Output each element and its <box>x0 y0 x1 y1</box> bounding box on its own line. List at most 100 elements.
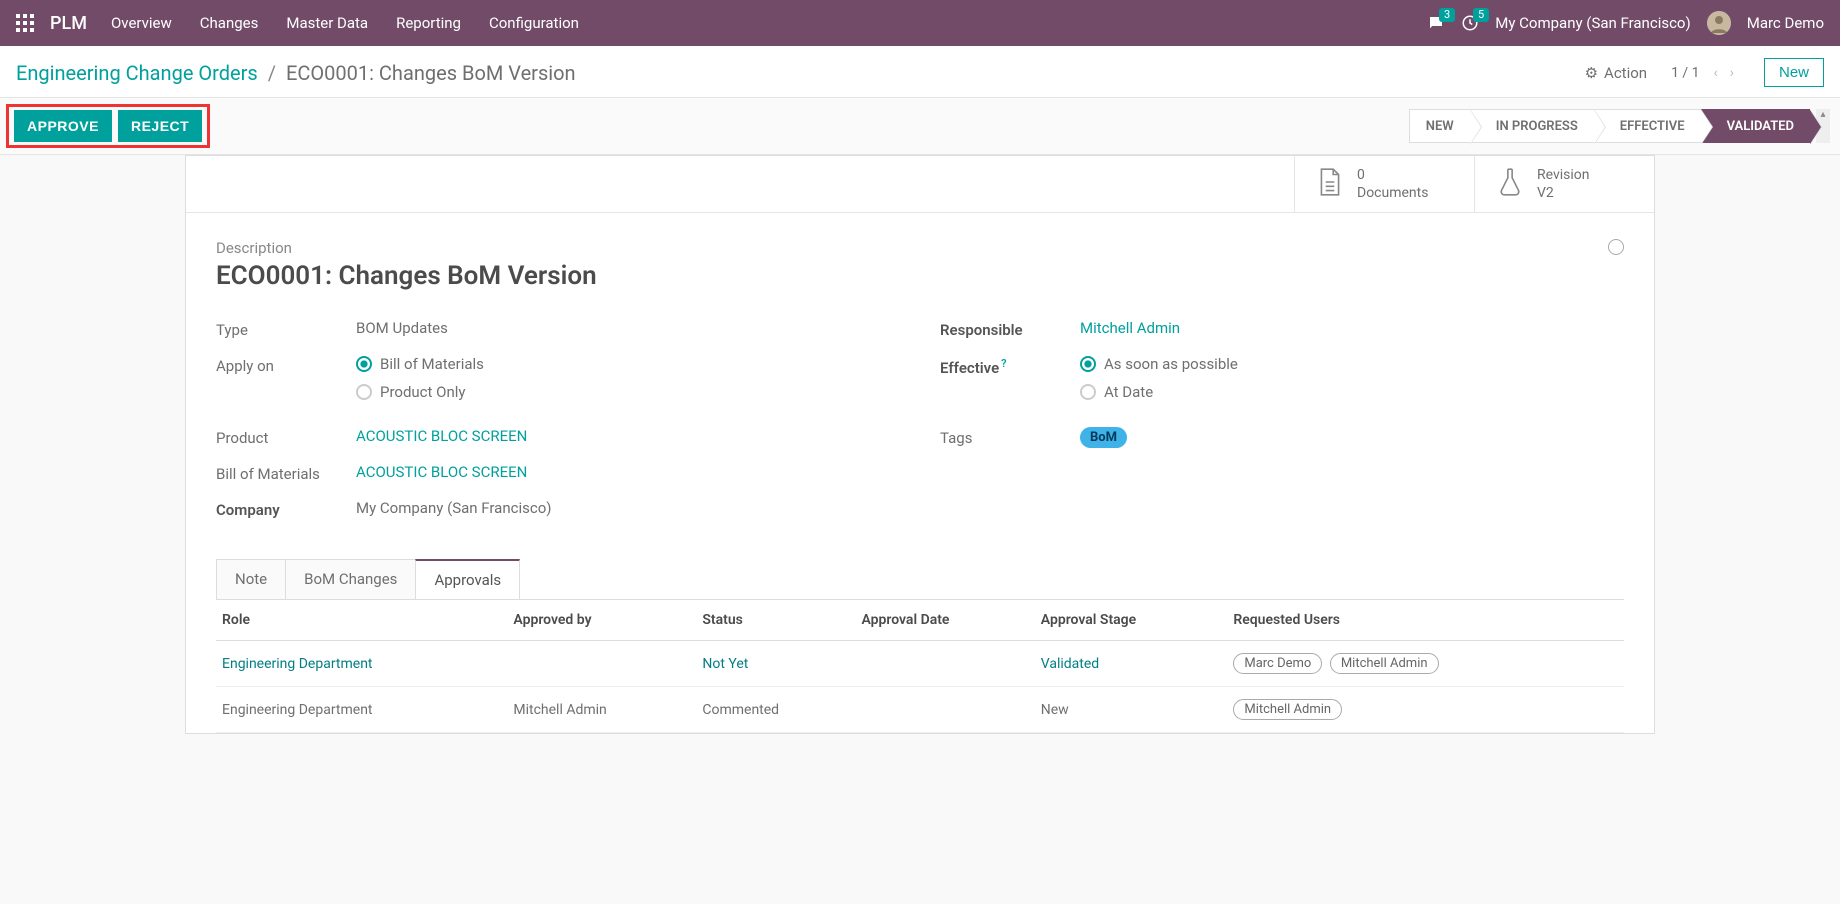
col-approved-by: Approved by <box>507 600 696 641</box>
user-pill[interactable]: Mitchell Admin <box>1330 653 1439 674</box>
product-link[interactable]: ACOUSTIC BLOC SCREEN <box>356 427 527 445</box>
reject-button[interactable]: REJECT <box>118 110 202 142</box>
stage-link[interactable]: Validated <box>1041 656 1099 672</box>
stage-cell: New <box>1035 687 1228 733</box>
user-menu[interactable]: Marc Demo <box>1747 14 1824 32</box>
stage-effective[interactable]: EFFECTIVE <box>1594 109 1701 143</box>
tab-approvals[interactable]: Approvals <box>415 559 520 599</box>
tag-bom[interactable]: BoM <box>1080 427 1127 448</box>
pager-prev-icon[interactable]: ‹ <box>1708 61 1724 85</box>
pager-next-icon[interactable]: › <box>1724 61 1740 85</box>
approvals-table: Role Approved by Status Approval Date Ap… <box>216 600 1624 733</box>
messaging-icon[interactable]: 3 <box>1427 14 1445 32</box>
priority-toggle[interactable] <box>1608 239 1624 255</box>
responsible-link[interactable]: Mitchell Admin <box>1080 319 1180 337</box>
radio-checked-icon <box>1080 356 1096 372</box>
pager-count[interactable]: 1 / 1 <box>1671 65 1699 81</box>
label-apply-on: Apply on <box>216 355 356 375</box>
status-bar: APPROVE REJECT NEW IN PROGRESS EFFECTIVE… <box>0 97 1840 155</box>
approved-by-cell <box>507 641 696 687</box>
col-approval-stage: Approval Stage <box>1035 600 1228 641</box>
value-company: My Company (San Francisco) <box>356 499 900 517</box>
approval-date-cell <box>855 641 1034 687</box>
form-sheet: 0 Documents Revision V2 Description ECO0… <box>185 155 1655 734</box>
button-box: 0 Documents Revision V2 <box>186 156 1654 213</box>
apps-icon[interactable] <box>16 14 34 32</box>
approval-date-cell <box>855 687 1034 733</box>
user-pill[interactable]: Marc Demo <box>1233 653 1322 674</box>
nav-reporting[interactable]: Reporting <box>396 14 461 32</box>
stage-pipeline: NEW IN PROGRESS EFFECTIVE VALIDATED ▴ <box>1409 109 1830 143</box>
tab-bom-changes[interactable]: BoM Changes <box>285 559 416 599</box>
user-avatar[interactable] <box>1707 11 1731 35</box>
stage-new[interactable]: NEW <box>1409 109 1470 143</box>
documents-label: Documents <box>1357 184 1428 202</box>
nav-master-data[interactable]: Master Data <box>286 14 368 32</box>
apply-on-bom-radio[interactable]: Bill of Materials <box>356 355 900 373</box>
documents-count: 0 <box>1357 166 1428 184</box>
col-status: Status <box>696 600 855 641</box>
col-approval-date: Approval Date <box>855 600 1034 641</box>
role-cell: Engineering Department <box>216 687 507 733</box>
table-row[interactable]: Engineering Department Not Yet Validated… <box>216 641 1624 687</box>
approved-by-cell: Mitchell Admin <box>507 687 696 733</box>
control-panel: Engineering Change Orders / ECO0001: Cha… <box>0 46 1840 97</box>
col-requested-users: Requested Users <box>1227 600 1624 641</box>
topbar: PLM Overview Changes Master Data Reporti… <box>0 0 1840 46</box>
nav-overview[interactable]: Overview <box>111 14 172 32</box>
breadcrumb-root[interactable]: Engineering Change Orders <box>16 61 258 85</box>
radio-unchecked-icon <box>356 384 372 400</box>
approve-button[interactable]: APPROVE <box>14 110 112 142</box>
status-cell: Commented <box>696 687 855 733</box>
help-icon[interactable]: ? <box>1001 357 1006 370</box>
document-icon <box>1317 167 1343 201</box>
documents-stat-button[interactable]: 0 Documents <box>1294 156 1474 212</box>
tab-note[interactable]: Note <box>216 559 286 599</box>
breadcrumb-sep: / <box>268 61 276 85</box>
flask-icon <box>1497 167 1523 201</box>
label-tags: Tags <box>940 427 1080 447</box>
highlight-annotation: APPROVE REJECT <box>6 104 210 148</box>
label-responsible: Responsible <box>940 319 1080 339</box>
label-company: Company <box>216 499 356 519</box>
approvals-panel: Role Approved by Status Approval Date Ap… <box>216 599 1624 733</box>
status-link[interactable]: Not Yet <box>702 656 748 672</box>
top-nav: Overview Changes Master Data Reporting C… <box>111 14 579 32</box>
role-link[interactable]: Engineering Department <box>222 656 373 672</box>
label-product: Product <box>216 427 356 447</box>
apply-on-product-radio[interactable]: Product Only <box>356 383 900 401</box>
value-type: BOM Updates <box>356 319 900 337</box>
radio-unchecked-icon <box>1080 384 1096 400</box>
action-menu[interactable]: ⚙ Action <box>1585 64 1647 82</box>
notebook-tabs: Note BoM Changes Approvals <box>216 559 1624 599</box>
activities-badge: 5 <box>1473 8 1489 22</box>
description-label: Description <box>216 239 597 257</box>
effective-asap-radio[interactable]: As soon as possible <box>1080 355 1624 373</box>
app-name[interactable]: PLM <box>50 13 87 34</box>
effective-atdate-radio[interactable]: At Date <box>1080 383 1624 401</box>
label-bom: Bill of Materials <box>216 463 356 483</box>
messaging-badge: 3 <box>1439 8 1455 22</box>
bom-link[interactable]: ACOUSTIC BLOC SCREEN <box>356 463 527 481</box>
new-button[interactable]: New <box>1764 58 1824 87</box>
activities-icon[interactable]: 5 <box>1461 14 1479 32</box>
breadcrumb-current: ECO0001: Changes BoM Version <box>286 61 576 85</box>
pager: 1 / 1 ‹ › <box>1671 61 1740 85</box>
record-title: ECO0001: Changes BoM Version <box>216 261 597 291</box>
nav-configuration[interactable]: Configuration <box>489 14 579 32</box>
revision-label: Revision <box>1537 166 1590 184</box>
label-effective: Effective? <box>940 355 1080 377</box>
stage-in-progress[interactable]: IN PROGRESS <box>1470 109 1594 143</box>
company-switcher[interactable]: My Company (San Francisco) <box>1495 14 1690 32</box>
col-role: Role <box>216 600 507 641</box>
stage-validated[interactable]: VALIDATED <box>1701 109 1810 143</box>
user-pill[interactable]: Mitchell Admin <box>1233 699 1342 720</box>
revision-value: V2 <box>1537 184 1590 202</box>
nav-changes[interactable]: Changes <box>200 14 259 32</box>
radio-checked-icon <box>356 356 372 372</box>
revision-stat-button[interactable]: Revision V2 <box>1474 156 1654 212</box>
label-type: Type <box>216 319 356 339</box>
breadcrumb: Engineering Change Orders / ECO0001: Cha… <box>16 61 576 85</box>
table-row[interactable]: Engineering Department Mitchell Admin Co… <box>216 687 1624 733</box>
gear-icon: ⚙ <box>1585 64 1598 82</box>
